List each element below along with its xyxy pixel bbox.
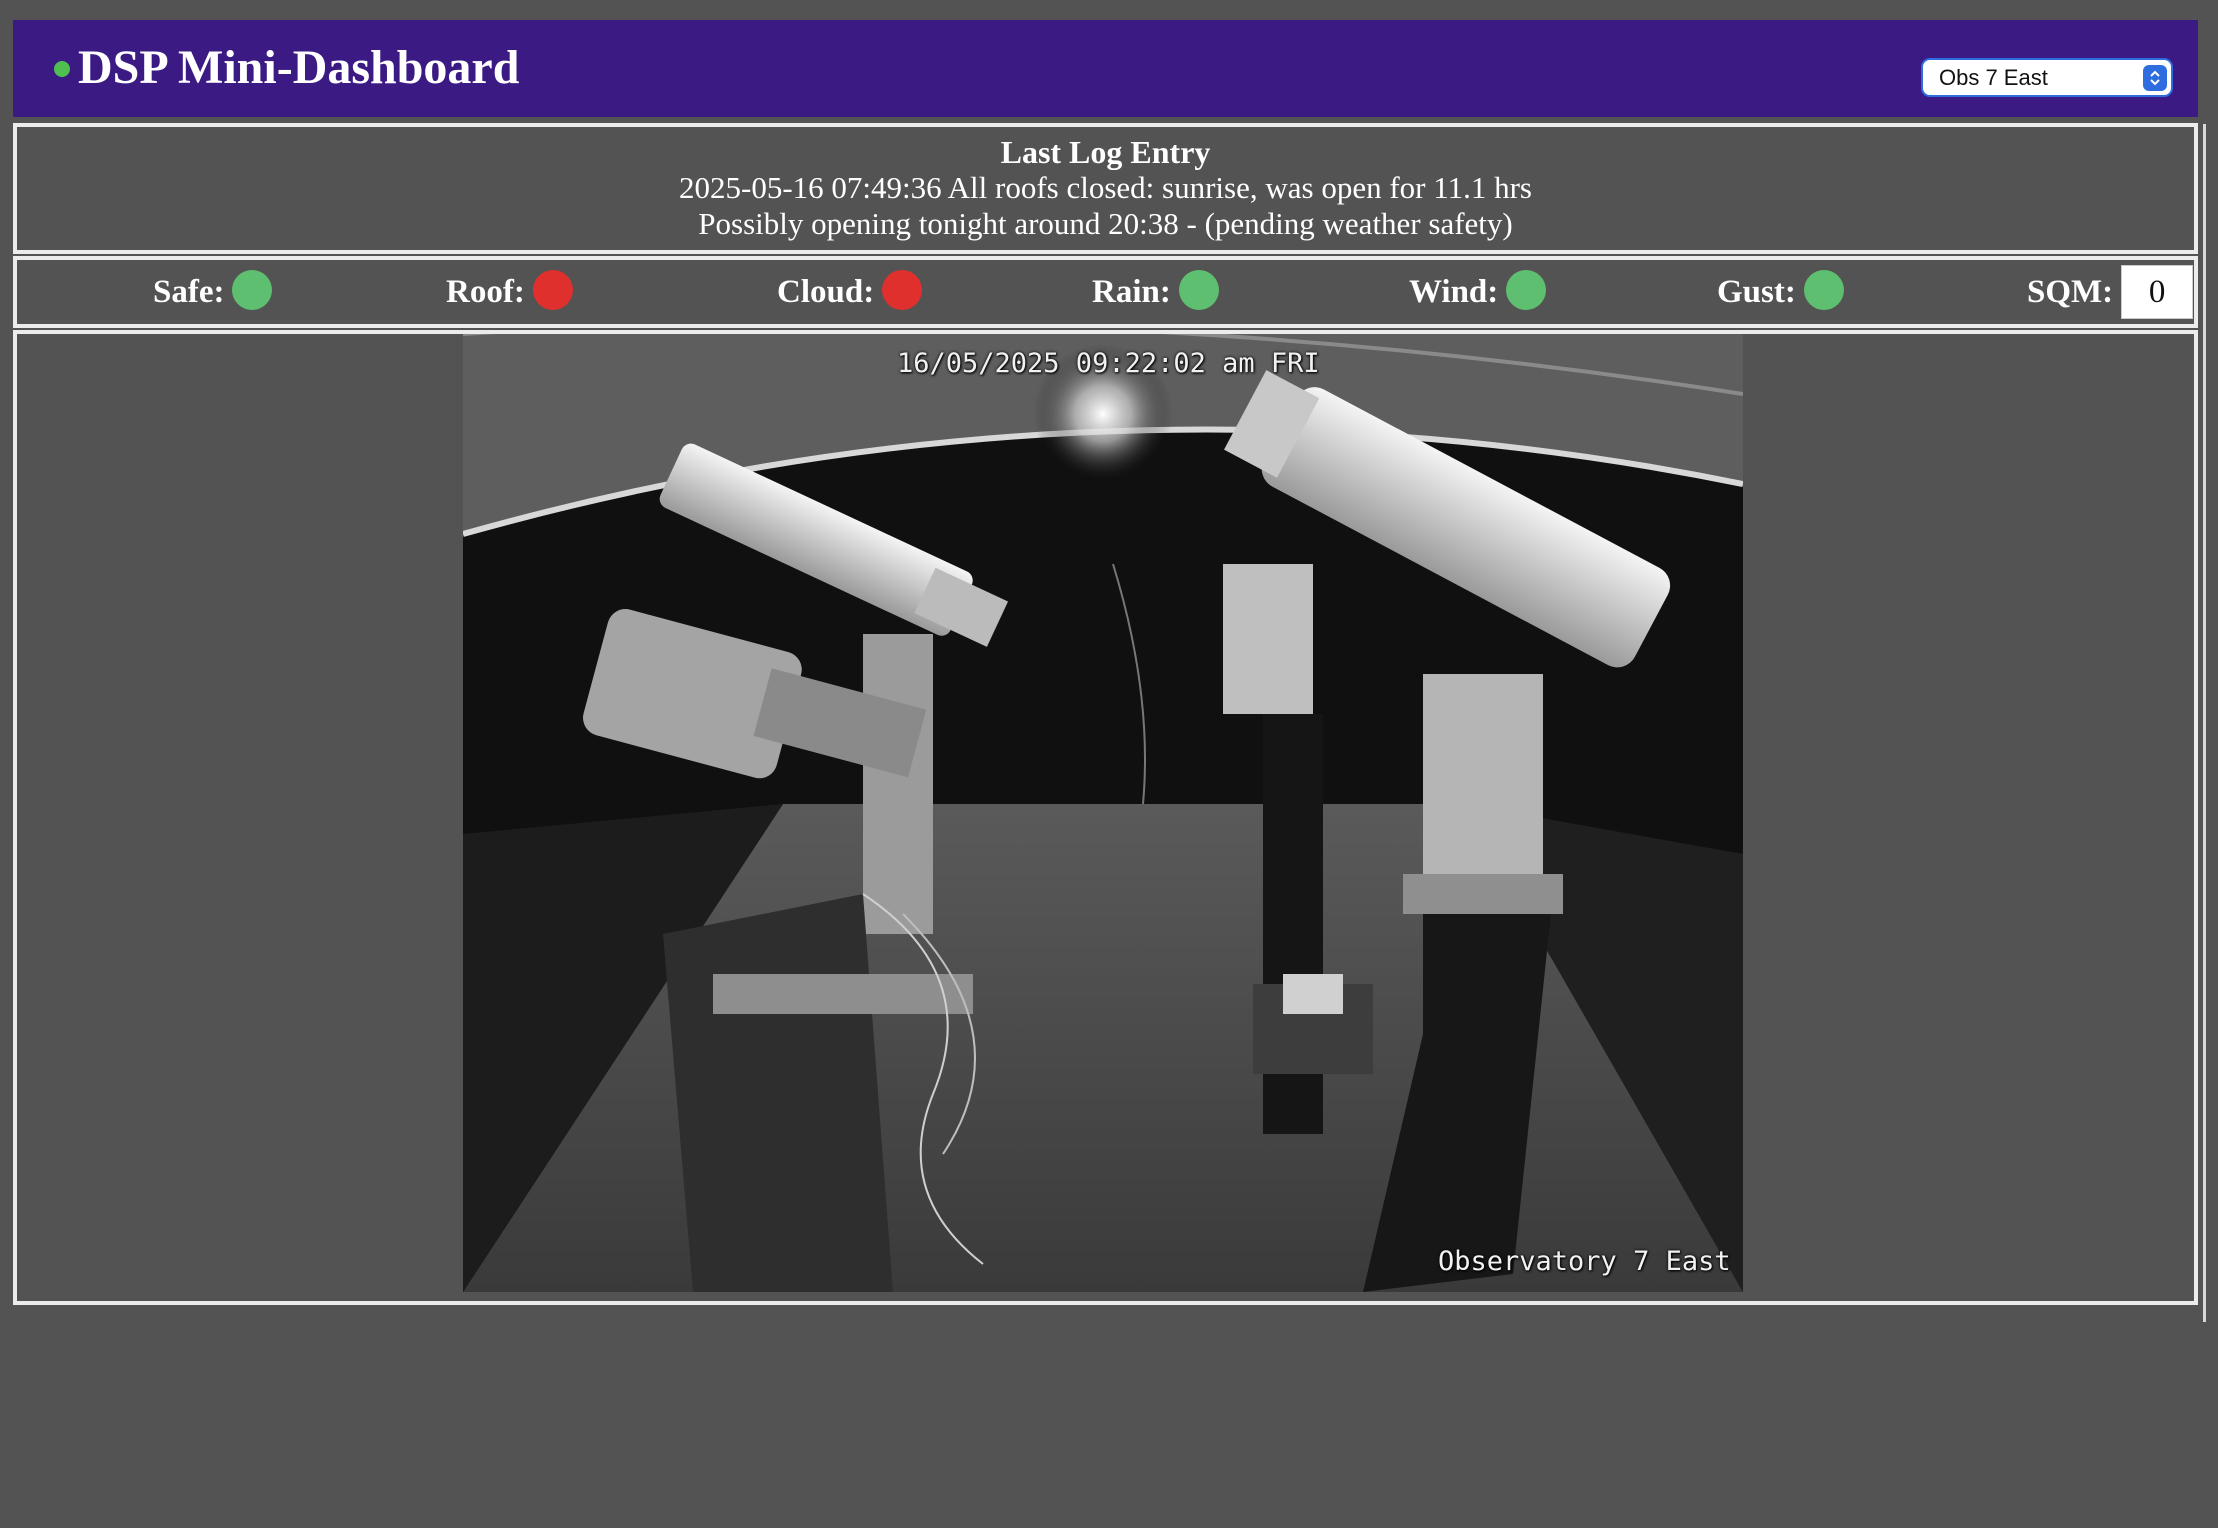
safe-label: Safe: [153,274,225,310]
window-edge-divider [2203,124,2206,1322]
observatory-camera-image[interactable]: 16/05/2025 09:22:02 am FRI Observatory 7… [463,334,1743,1292]
status-roof: Roof: [446,260,573,324]
status-wind: Wind: [1409,260,1547,324]
status-sqm: SQM: 0 [2027,260,2194,324]
status-dot-icon [54,61,70,77]
app-header: DSP Mini-Dashboard Obs 7 East [13,20,2198,117]
status-rain: Rain: [1092,260,1219,324]
safe-indicator-icon [232,270,273,311]
gust-indicator-icon [1803,270,1844,311]
log-line-2: Possibly opening tonight around 20:38 - … [698,206,1513,241]
observatory-select[interactable]: Obs 7 East [1921,58,2173,97]
select-stepper-icon [2143,65,2167,91]
app-title: DSP Mini-Dashboard [78,41,520,94]
status-safe: Safe: [153,260,273,324]
rain-indicator-icon [1178,270,1219,311]
log-heading: Last Log Entry [1000,134,1211,170]
camera-label: Observatory 7 East [1438,1246,1731,1277]
camera-panel: 16/05/2025 09:22:02 am FRI Observatory 7… [13,330,2198,1305]
wind-label: Wind: [1409,274,1499,310]
sqm-label: SQM: [2027,274,2114,310]
roof-label: Roof: [446,274,525,310]
rain-label: Rain: [1092,274,1171,310]
status-cloud: Cloud: [777,260,923,324]
wind-indicator-icon [1506,270,1547,311]
sqm-value: 0 [2121,265,2194,320]
camera-timestamp: 16/05/2025 09:22:02 am FRI [897,348,1320,379]
status-bar: Safe: Roof: Cloud: Rain: Wind: Gust: SQM… [13,256,2198,328]
status-gust: Gust: [1717,260,1844,324]
observatory-select-value: Obs 7 East [1939,65,2048,90]
last-log-panel: Last Log Entry 2025-05-16 07:49:36 All r… [13,123,2198,254]
gust-label: Gust: [1717,274,1796,310]
cloud-indicator-icon [882,270,923,311]
camera-scene-icon [463,334,1743,1292]
cloud-label: Cloud: [777,274,875,310]
log-line-1: 2025-05-16 07:49:36 All roofs closed: su… [679,170,1532,205]
roof-indicator-icon [532,270,573,311]
